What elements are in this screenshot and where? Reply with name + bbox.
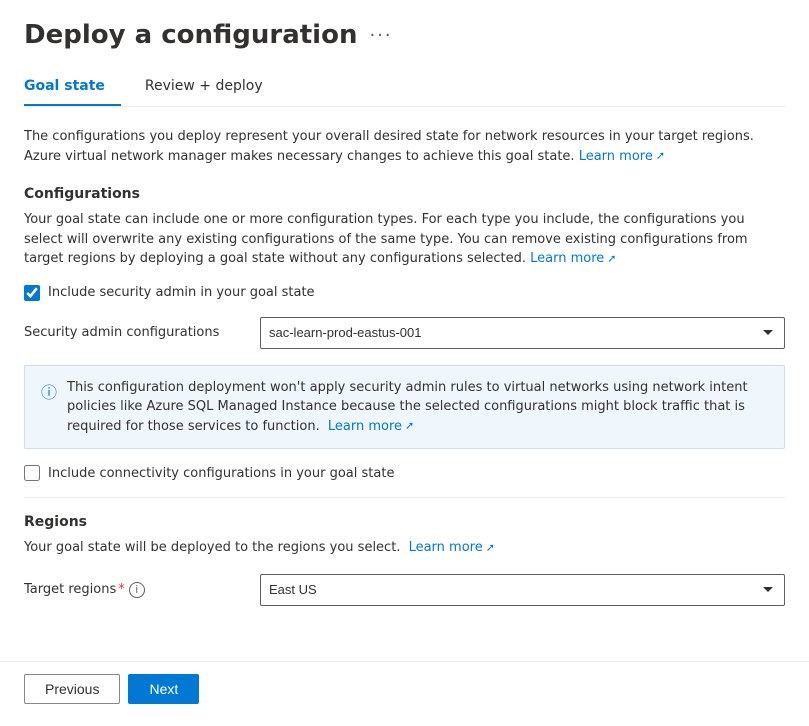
page-title: Deploy a configuration — [24, 20, 357, 50]
info-box: ⓘ This configuration deployment won't ap… — [24, 365, 785, 450]
configurations-learn-more-link[interactable]: Learn more ➚ — [530, 249, 616, 269]
regions-description: Your goal state will be deployed to the … — [24, 538, 785, 558]
info-box-text: This configuration deployment won't appl… — [67, 378, 768, 437]
section-divider — [24, 497, 785, 498]
footer-bar: Previous Next — [0, 661, 809, 716]
regions-external-link-icon: ➚ — [486, 540, 495, 557]
configurations-section-title: Configurations — [24, 186, 785, 202]
tab-goal-state[interactable]: Goal state — [24, 70, 121, 106]
include-connectivity-label[interactable]: Include connectivity configurations in y… — [48, 466, 394, 481]
regions-learn-more-link[interactable]: Learn more ➚ — [409, 538, 495, 558]
security-admin-config-label: Security admin configurations — [24, 325, 244, 340]
target-regions-label-container: Target regions * i — [24, 582, 244, 598]
intro-description: The configurations you deploy represent … — [24, 127, 785, 166]
security-admin-config-select[interactable]: sac-learn-prod-eastus-001 — [260, 317, 785, 349]
include-security-admin-checkbox[interactable] — [24, 285, 40, 301]
configurations-external-link-icon: ➚ — [607, 251, 616, 268]
previous-button[interactable]: Previous — [24, 674, 120, 704]
tab-bar: Goal state Review + deploy — [24, 70, 785, 107]
tab-review-deploy[interactable]: Review + deploy — [145, 70, 279, 106]
include-security-admin-label[interactable]: Include security admin in your goal stat… — [48, 285, 315, 300]
more-options-icon[interactable]: ··· — [369, 25, 392, 46]
include-connectivity-row: Include connectivity configurations in y… — [24, 465, 785, 481]
info-box-external-link-icon: ➚ — [405, 418, 414, 435]
target-regions-label: Target regions — [24, 582, 116, 597]
external-link-icon: ➚ — [656, 148, 665, 165]
target-regions-row: Target regions * i East US — [24, 574, 785, 606]
info-box-learn-more-link[interactable]: Learn more ➚ — [328, 417, 414, 437]
info-icon: ⓘ — [41, 379, 57, 437]
target-regions-select[interactable]: East US — [260, 574, 785, 606]
target-regions-info-icon[interactable]: i — [129, 582, 145, 598]
required-star: * — [118, 582, 125, 597]
include-security-admin-row: Include security admin in your goal stat… — [24, 285, 785, 301]
intro-learn-more-link[interactable]: Learn more ➚ — [579, 147, 665, 167]
configurations-description: Your goal state can include one or more … — [24, 210, 785, 269]
next-button[interactable]: Next — [128, 674, 199, 704]
regions-section-title: Regions — [24, 514, 785, 530]
include-connectivity-checkbox[interactable] — [24, 465, 40, 481]
security-admin-config-row: Security admin configurations sac-learn-… — [24, 317, 785, 349]
